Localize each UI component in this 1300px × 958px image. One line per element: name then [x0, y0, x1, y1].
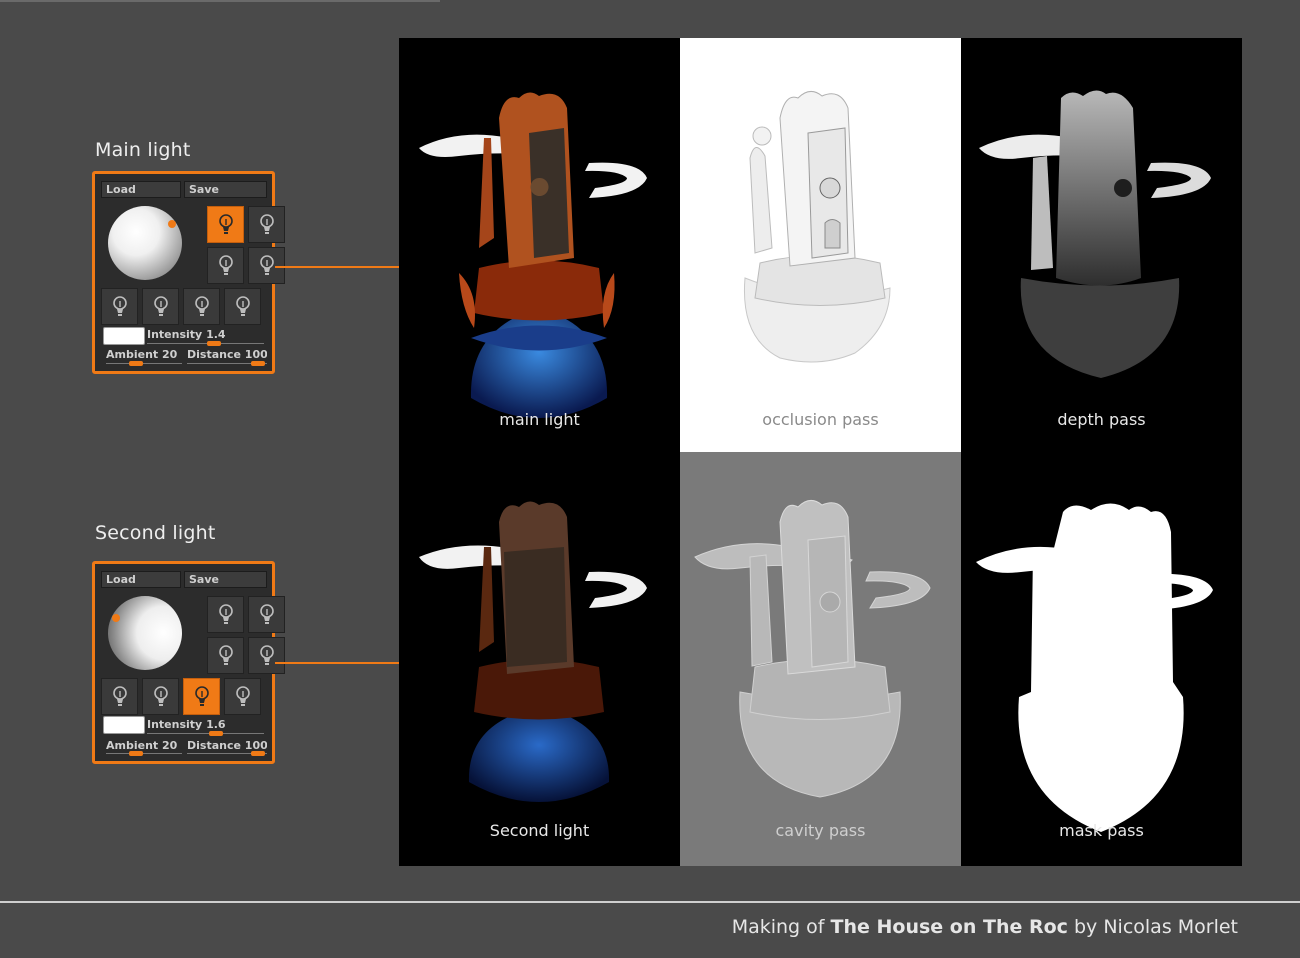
render-pass-grid: main light occlusion pass depth pass Sec… [399, 38, 1243, 866]
second-light-title: Second light [95, 522, 216, 544]
intensity-slider-track[interactable] [147, 343, 264, 344]
light-bulb-icon[interactable] [207, 247, 244, 284]
light-direction-handle[interactable] [112, 614, 120, 622]
caption: Making of The House on The Roc by Nicola… [732, 916, 1238, 938]
light-direction-handle[interactable] [168, 220, 176, 228]
second-light-render [419, 501, 647, 802]
pass-mask: mask pass [961, 452, 1242, 866]
light-bulb-icon[interactable] [248, 637, 285, 674]
ambient-label: Ambient 20 [106, 348, 178, 361]
pass-second-light: Second light [399, 452, 680, 866]
pass-label: occlusion pass [762, 410, 879, 429]
ambient-slider-track[interactable] [106, 753, 182, 754]
ambient-slider-knob[interactable] [129, 361, 143, 366]
light-bulb-icon[interactable] [101, 678, 138, 715]
pass-label: Second light [489, 821, 590, 840]
light-bulb-icon[interactable] [207, 637, 244, 674]
ambient-slider-track[interactable] [106, 363, 182, 364]
intensity-label: Intensity 1.6 [147, 718, 226, 731]
caption-prefix: Making of [731, 916, 825, 938]
depth-render [979, 90, 1211, 378]
cavity-render [694, 500, 931, 798]
pass-occlusion: occlusion pass [680, 38, 961, 452]
pass-label: cavity pass [775, 821, 866, 840]
pass-cavity: cavity pass [680, 452, 961, 866]
ambient-slider-knob[interactable] [129, 751, 143, 756]
light-bulb-icon[interactable] [183, 288, 220, 325]
ambient-value: 20 [162, 739, 178, 752]
distance-label: Distance 100 [187, 348, 267, 361]
light-bulb-icon[interactable] [207, 596, 244, 633]
intensity-value: 1.6 [206, 718, 226, 731]
light-direction-sphere[interactable] [108, 596, 182, 670]
pass-depth: depth pass [961, 38, 1242, 452]
distance-slider-knob[interactable] [251, 361, 265, 366]
pass-main-light: main light [399, 38, 680, 452]
top-divider [0, 0, 440, 2]
intensity-slider-track[interactable] [147, 733, 264, 734]
save-button[interactable]: Save [184, 181, 267, 198]
caption-title: The House on The Roc [830, 916, 1068, 938]
footer-divider [0, 901, 1300, 903]
light-bulb-icon[interactable] [142, 288, 179, 325]
pass-label: main light [499, 410, 580, 429]
load-button[interactable]: Load [101, 181, 181, 198]
light-bulb-icon[interactable] [142, 678, 179, 715]
main-light-title: Main light [95, 139, 191, 161]
light-direction-sphere[interactable] [108, 206, 182, 280]
light-bulb-icon[interactable] [224, 288, 261, 325]
distance-slider-knob[interactable] [251, 751, 265, 756]
ambient-label: Ambient 20 [106, 739, 178, 752]
pass-label: mask pass [1059, 821, 1144, 840]
light-bulb-icon[interactable] [248, 206, 285, 243]
pass-label: depth pass [1057, 410, 1146, 429]
light-bulb-icon[interactable] [101, 288, 138, 325]
ambient-value: 20 [162, 348, 178, 361]
second-light-panel: Load Save Intensity 1.6 Ambient 20 Dista… [92, 561, 285, 764]
occlusion-render [743, 91, 891, 363]
light-bulb-icon[interactable] [248, 596, 285, 633]
caption-suffix: by Nicolas Morlet [1073, 916, 1238, 938]
light-bulb-icon[interactable] [224, 678, 261, 715]
intensity-slider-knob[interactable] [207, 341, 221, 346]
main-light-render [419, 92, 647, 418]
intensity-label: Intensity 1.4 [147, 328, 226, 341]
light-color-swatch[interactable] [103, 716, 145, 734]
light-color-swatch[interactable] [103, 327, 145, 345]
save-button[interactable]: Save [184, 571, 267, 588]
light-bulb-icon[interactable] [183, 678, 220, 715]
distance-value: 100 [244, 348, 267, 361]
main-light-panel: Load Save Intensity 1.4 Ambient 20 Dista… [92, 171, 285, 374]
intensity-value: 1.4 [206, 328, 226, 341]
mask-render [976, 503, 1213, 832]
light-bulb-icon[interactable] [207, 206, 244, 243]
load-button[interactable]: Load [101, 571, 181, 588]
intensity-slider-knob[interactable] [209, 731, 223, 736]
